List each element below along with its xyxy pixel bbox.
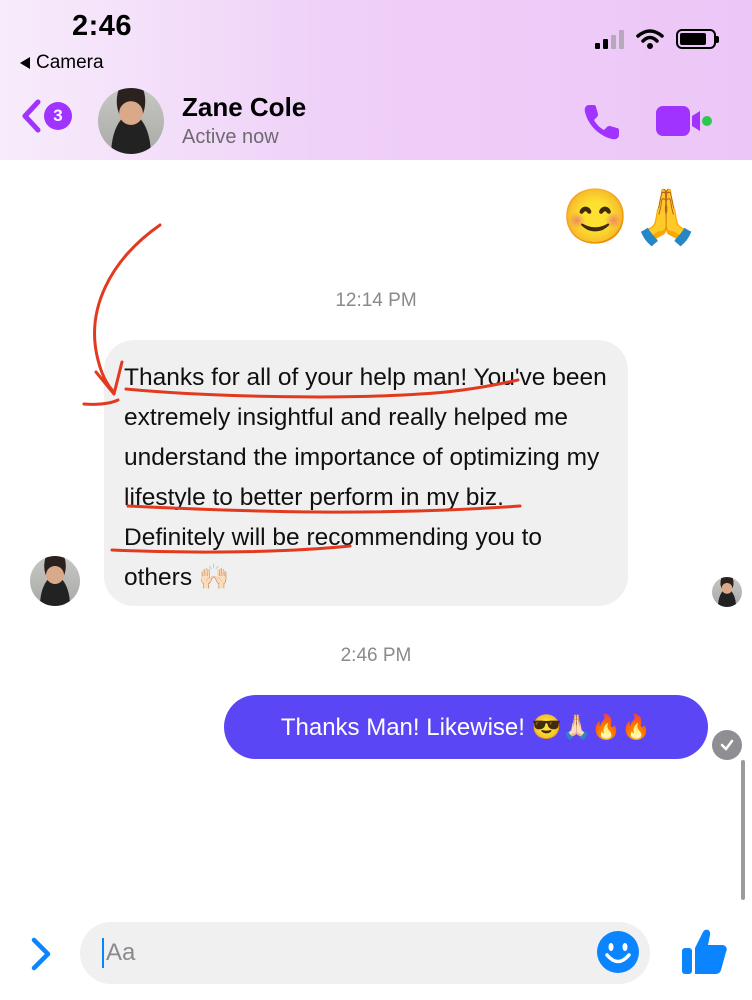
scrollbar[interactable] — [741, 760, 745, 900]
status-icons — [595, 28, 719, 50]
message-input-placeholder: Aa — [106, 939, 136, 966]
contact-status: Active now — [182, 126, 279, 148]
thumbs-up-icon[interactable] — [680, 926, 728, 976]
timestamp: 2:46 PM — [340, 645, 412, 666]
sent-emoji-message[interactable]: 😊🙏 — [562, 186, 704, 249]
phone-icon[interactable] — [580, 100, 624, 144]
incoming-message-bubble[interactable]: Thanks for all of your help man! You've … — [104, 340, 628, 606]
smiley-icon[interactable] — [596, 930, 640, 974]
contact-avatar[interactable] — [98, 88, 164, 154]
incoming-message-text: Thanks for all of your help man! You've … — [124, 364, 607, 591]
outgoing-message-text: Thanks Man! Likewise! 😎🙏🏻🔥🔥 — [280, 713, 652, 741]
back-chevron-icon — [22, 99, 41, 133]
cellular-signal-icon — [595, 29, 624, 49]
back-to-camera-link[interactable]: Camera — [20, 52, 104, 74]
read-receipt-avatar — [712, 577, 742, 607]
contact-name[interactable]: Zane Cole — [182, 92, 306, 123]
sender-avatar[interactable] — [30, 556, 80, 606]
outgoing-message-bubble[interactable]: Thanks Man! Likewise! 😎🙏🏻🔥🔥 — [224, 695, 708, 759]
message-input[interactable]: Aa — [80, 922, 650, 984]
video-camera-icon[interactable] — [656, 104, 712, 138]
chevron-right-icon[interactable] — [28, 934, 54, 974]
active-status-dot — [702, 116, 712, 126]
timestamp: 12:14 PM — [335, 290, 417, 311]
battery-icon — [676, 29, 719, 49]
wifi-icon — [636, 29, 664, 49]
text-caret — [102, 938, 104, 968]
unread-count-badge: 3 — [44, 102, 72, 130]
sent-check-icon — [712, 730, 742, 760]
status-time: 2:46 — [72, 10, 133, 42]
back-triangle-icon — [20, 57, 30, 69]
back-button[interactable]: 3 — [20, 98, 72, 134]
back-app-label: Camera — [36, 52, 104, 73]
